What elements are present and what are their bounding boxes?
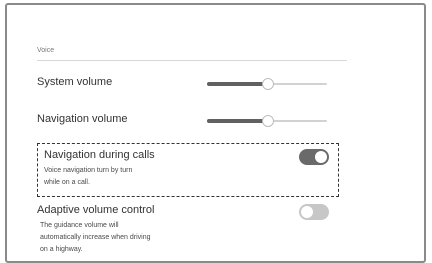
navigation-volume-label: Navigation volume (37, 113, 128, 125)
settings-screen: Voice System volume Navigation volume Na… (5, 3, 426, 263)
navigation-during-calls-description: Voice navigation turn by turn while on a… (44, 165, 184, 189)
navigation-during-calls-label: Navigation during calls (44, 149, 155, 161)
description-line: on a highway. (40, 246, 83, 253)
navigation-volume-slider[interactable] (207, 113, 327, 129)
system-volume-slider[interactable] (207, 76, 327, 92)
navigation-during-calls-toggle[interactable] (299, 149, 329, 165)
section-divider (37, 60, 347, 61)
adaptive-volume-control-toggle[interactable] (299, 204, 329, 220)
toggle-knob (301, 206, 313, 218)
system-volume-label: System volume (37, 76, 113, 88)
slider-fill (207, 119, 267, 123)
adaptive-volume-control-description: The guidance volume will automatically i… (40, 220, 180, 256)
section-label-voice: Voice (37, 47, 55, 54)
adaptive-volume-control-label: Adaptive volume control (37, 204, 155, 216)
slider-fill (207, 82, 267, 86)
description-line: automatically increase when driving (40, 234, 151, 241)
toggle-knob (315, 151, 327, 163)
description-line: The guidance volume will (40, 222, 119, 229)
slider-thumb[interactable] (262, 78, 274, 90)
description-line: Voice navigation turn by turn (44, 167, 133, 174)
slider-thumb[interactable] (262, 115, 274, 127)
description-line: while on a call. (44, 179, 90, 186)
